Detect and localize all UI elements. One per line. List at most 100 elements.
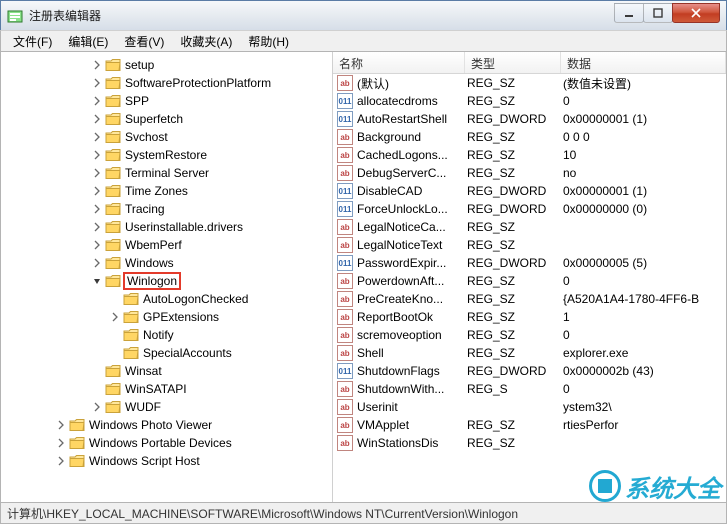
value-data: ystem32\ [563, 400, 726, 414]
tree-node[interactable]: Superfetch [1, 110, 332, 128]
column-data[interactable]: 数据 [561, 52, 726, 73]
expander-closed-icon[interactable] [91, 131, 103, 143]
list-row[interactable]: abReportBootOkREG_SZ1 [333, 308, 726, 326]
list-row[interactable]: 011AutoRestartShellREG_DWORD0x00000001 (… [333, 110, 726, 128]
menu-file[interactable]: 文件(F) [5, 31, 60, 52]
tree-node[interactable]: Windows Script Host [1, 452, 332, 470]
value-name: ReportBootOk [357, 310, 467, 324]
tree-node[interactable]: Winlogon [1, 272, 332, 290]
tree-node[interactable]: AutoLogonChecked [1, 290, 332, 308]
list-body[interactable]: ab(默认)REG_SZ(数值未设置)011allocatecdromsREG_… [333, 74, 726, 484]
expander-closed-icon[interactable] [91, 401, 103, 413]
expander-closed-icon[interactable] [91, 95, 103, 107]
expander-closed-icon[interactable] [91, 257, 103, 269]
tree-node[interactable]: Winsat [1, 362, 332, 380]
value-type: REG_SZ [467, 94, 563, 108]
value-name: DebugServerC... [357, 166, 467, 180]
expander-closed-icon[interactable] [109, 311, 121, 323]
tree-label: SPP [125, 94, 149, 108]
tree-node[interactable]: Windows Portable Devices [1, 434, 332, 452]
value-name: PasswordExpir... [357, 256, 467, 270]
list-row[interactable]: abShellREG_SZexplorer.exe [333, 344, 726, 362]
menu-favorites[interactable]: 收藏夹(A) [172, 31, 240, 52]
tree-node[interactable]: Notify [1, 326, 332, 344]
folder-icon [105, 256, 121, 270]
tree-label: Notify [143, 328, 174, 342]
tree-node[interactable]: SoftwareProtectionPlatform [1, 74, 332, 92]
value-type: REG_DWORD [467, 184, 563, 198]
expander-closed-icon[interactable] [91, 59, 103, 71]
list-row[interactable]: 011allocatecdromsREG_SZ0 [333, 92, 726, 110]
list-row[interactable]: 011DisableCADREG_DWORD0x00000001 (1) [333, 182, 726, 200]
regedit-icon [7, 8, 23, 24]
expander-closed-icon[interactable] [55, 437, 67, 449]
minimize-button[interactable] [614, 3, 644, 23]
tree-node[interactable]: Tracing [1, 200, 332, 218]
tree-node[interactable]: GPExtensions [1, 308, 332, 326]
expander-closed-icon[interactable] [55, 455, 67, 467]
list-row[interactable]: ab(默认)REG_SZ(数值未设置) [333, 74, 726, 92]
tree-node[interactable]: Windows [1, 254, 332, 272]
value-name: LegalNoticeCa... [357, 220, 467, 234]
tree-node[interactable]: Svchost [1, 128, 332, 146]
expander-closed-icon[interactable] [91, 203, 103, 215]
expander-closed-icon[interactable] [91, 149, 103, 161]
tree-node[interactable]: WinSATAPI [1, 380, 332, 398]
value-data: 10 [563, 148, 726, 162]
expander-closed-icon[interactable] [91, 239, 103, 251]
binary-value-icon: 011 [337, 183, 353, 199]
maximize-button[interactable] [643, 3, 673, 23]
list-row[interactable]: abLegalNoticeTextREG_SZ [333, 236, 726, 254]
list-row[interactable]: abscremoveoptionREG_SZ0 [333, 326, 726, 344]
value-name: AutoRestartShell [357, 112, 467, 126]
expander-closed-icon[interactable] [91, 77, 103, 89]
expander-closed-icon[interactable] [55, 419, 67, 431]
expander-closed-icon[interactable] [91, 113, 103, 125]
list-row[interactable]: abPowerdownAft...REG_SZ0 [333, 272, 726, 290]
value-data: no [563, 166, 726, 180]
tree-node[interactable]: Userinstallable.drivers [1, 218, 332, 236]
column-name[interactable]: 名称 [333, 52, 465, 73]
tree-node[interactable]: WbemPerf [1, 236, 332, 254]
value-type: REG_SZ [467, 436, 563, 450]
expander-closed-icon[interactable] [91, 167, 103, 179]
list-row[interactable]: abLegalNoticeCa...REG_SZ [333, 218, 726, 236]
list-row[interactable]: 011PasswordExpir...REG_DWORD0x00000005 (… [333, 254, 726, 272]
list-row[interactable]: abShutdownWith...REG_S0 [333, 380, 726, 398]
list-row[interactable]: abDebugServerC...REG_SZno [333, 164, 726, 182]
list-row[interactable]: abPreCreateKno...REG_SZ{A520A1A4-1780-4F… [333, 290, 726, 308]
tree-node[interactable]: SPP [1, 92, 332, 110]
value-name: Userinit [357, 400, 467, 414]
value-name: WinStationsDis [357, 436, 467, 450]
list-row[interactable]: abCachedLogons...REG_SZ10 [333, 146, 726, 164]
string-value-icon: ab [337, 147, 353, 163]
close-button[interactable] [672, 3, 720, 23]
expander-open-icon[interactable] [91, 275, 103, 287]
expander-closed-icon[interactable] [91, 185, 103, 197]
list-row[interactable]: abBackgroundREG_SZ0 0 0 [333, 128, 726, 146]
folder-icon [123, 310, 139, 324]
list-row[interactable]: abUserinitystem32\ [333, 398, 726, 416]
list-row[interactable]: abWinStationsDisREG_SZ [333, 434, 726, 452]
folder-icon [105, 58, 121, 72]
list-row[interactable]: abVMAppletREG_SZrtiesPerfor [333, 416, 726, 434]
menu-help[interactable]: 帮助(H) [240, 31, 297, 52]
value-name: PreCreateKno... [357, 292, 467, 306]
tree-node[interactable]: Windows Photo Viewer [1, 416, 332, 434]
tree-node[interactable]: Time Zones [1, 182, 332, 200]
value-type: REG_S [467, 382, 563, 396]
expander-closed-icon[interactable] [91, 221, 103, 233]
value-name: scremoveoption [357, 328, 467, 342]
list-row[interactable]: 011ForceUnlockLo...REG_DWORD0x00000000 (… [333, 200, 726, 218]
tree-node[interactable]: WUDF [1, 398, 332, 416]
menu-view[interactable]: 查看(V) [116, 31, 172, 52]
list-row[interactable]: 011ShutdownFlagsREG_DWORD0x0000002b (43) [333, 362, 726, 380]
tree-scroll[interactable]: setupSoftwareProtectionPlatform SPP Superf… [1, 52, 332, 484]
tree-node[interactable]: SpecialAccounts [1, 344, 332, 362]
tree-node[interactable]: SystemRestore [1, 146, 332, 164]
value-name: Background [357, 130, 467, 144]
column-type[interactable]: 类型 [465, 52, 561, 73]
tree-node[interactable]: Terminal Server [1, 164, 332, 182]
tree-node[interactable]: setup [1, 56, 332, 74]
menu-edit[interactable]: 编辑(E) [60, 31, 116, 52]
